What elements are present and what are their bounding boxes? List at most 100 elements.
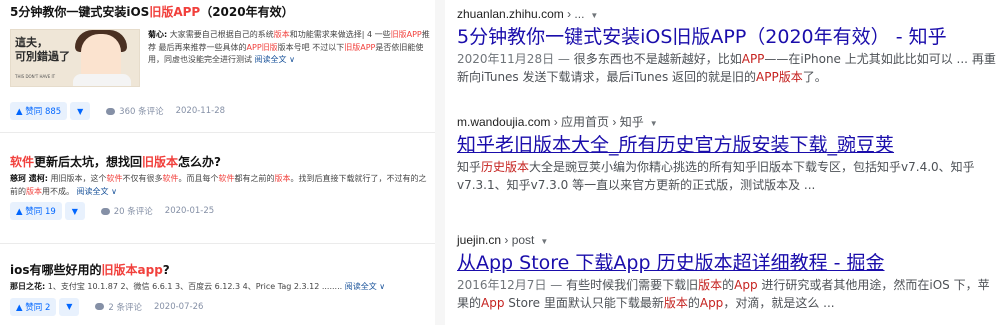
text-segment: 的 [687, 296, 700, 310]
upvote-button[interactable]: ▲ 赞同 19 [10, 202, 62, 220]
result-snippet: 2016年12月7日 — 有些时候我们需要下载旧版本的App 进行研究或者其他用… [457, 276, 997, 312]
highlight-text: 版本 [274, 174, 291, 183]
text-segment: 有些时候我们需要下载旧 [566, 278, 699, 292]
text-segment: 用旧版本，这个 [47, 174, 107, 183]
text-segment: 更新后太坑，想找回 [34, 155, 143, 169]
highlight-text: 旧版APP [344, 42, 376, 52]
result-title-link[interactable]: 软件更新后太坑，想找回旧版本怎么办? [10, 154, 430, 170]
result-title-link[interactable]: ios有哪些好用的旧版本app? [10, 262, 430, 278]
highlight-text: 版本 [698, 278, 723, 292]
highlight-text: 旧版APP [390, 30, 422, 39]
action-bar: ▲ 赞同 885 ▼ 360 条评论 2020-11-28 [10, 102, 225, 120]
chevron-down-icon[interactable]: ▼ [590, 11, 598, 20]
title-highlight: 旧版APP [149, 5, 201, 19]
zhihu-results-panel: 5分钟教你一键式安装iOS旧版APP（2020年有效） 這夫， 可別錯過了 TH… [0, 0, 435, 325]
author-name[interactable]: 菊心: [148, 30, 167, 39]
panel-gap [435, 0, 445, 325]
highlight-text: 软件 [10, 155, 35, 169]
result-title-link[interactable]: 5分钟教你一键式安装iOS旧版APP（2020年有效） - 知乎 [457, 24, 997, 50]
zhihu-result-card: ios有哪些好用的旧版本app? 那日之花: 1、支付宝 10.1.87 2、微… [10, 262, 430, 316]
thumbnail-small-caption: THIS DON'T HAVE IT [15, 74, 56, 79]
comments-button[interactable]: 20 条评论 [100, 205, 153, 217]
excerpt-text: 1、支付宝 10.1.87 2、微信 6.6.1 3、百度云 6.12.3 4、… [45, 282, 345, 291]
upvote-button[interactable]: ▲ 赞同 2 [10, 297, 57, 316]
read-more-link[interactable]: 阅读全文 ∨ [345, 282, 385, 291]
zhihu-result-card: 5分钟教你一键式安装iOS旧版APP（2020年有效） 這夫， 可別錯過了 TH… [10, 4, 430, 120]
downvote-button[interactable]: ▼ [64, 202, 85, 220]
thumbnail-caption-line: 可別錯過了 [15, 50, 70, 63]
highlight-text: 版本 [26, 186, 42, 196]
search-result: zhuanlan.zhihu.com › ... ▼ 5分钟教你一键式安装iOS旧… [457, 6, 997, 86]
search-result: m.wandoujia.com › 应用首页 › 知乎 ▼ 知乎老旧版本大全_所有… [457, 114, 997, 194]
search-results-panel: zhuanlan.zhihu.com › ... ▼ 5分钟教你一键式安装iOS旧… [445, 0, 1000, 325]
text-segment: 很多东西也不是越新越好，比如 [573, 52, 742, 66]
result-title-link[interactable]: 从App Store 下载App 历史版本超详细教程 - 掘金 [457, 250, 997, 276]
text-segment: 大家需要自己根据自己的系统 [167, 30, 274, 39]
result-domain: juejin.cn [457, 233, 502, 247]
highlight-text: App [699, 296, 724, 310]
highlight-text: APP [741, 52, 765, 66]
result-excerpt: 那日之花: 1、支付宝 10.1.87 2、微信 6.6.1 3、百度云 6.1… [10, 281, 430, 294]
highlight-text: 旧版本 [142, 155, 179, 169]
text-segment: 怎么办? [178, 155, 222, 169]
title-text: （2020年有效） [200, 5, 294, 19]
chevron-down-icon[interactable]: ▼ [540, 237, 548, 246]
result-date: 2016年12月7日 — [457, 278, 567, 292]
result-url[interactable]: zhuanlan.zhihu.com › ... ▼ [457, 6, 997, 24]
read-more-link[interactable]: 阅读全文 ∨ [77, 187, 117, 196]
read-more-link[interactable]: 阅读全文 ∨ [255, 55, 295, 64]
text-segment: 用不成。 [42, 186, 77, 196]
result-breadcrumb: › post [501, 233, 535, 247]
text-segment: ，对滴，就是这么 ... [723, 296, 835, 310]
comments-button[interactable]: 2 条评论 [95, 301, 142, 313]
divider [0, 243, 435, 244]
result-excerpt: 慈珂 遗柯: 用旧版本，这个软件不仅有很多软件。而且每个软件都有之前的版本。找到… [10, 173, 430, 198]
result-title-link[interactable]: 5分钟教你一键式安装iOS旧版APP（2020年有效） [10, 4, 430, 20]
text-segment: 大全是豌豆荚小编为你精心挑选的所有知乎旧版本下载专区，包括知乎v7.4.0、知乎… [457, 160, 975, 192]
result-url[interactable]: juejin.cn › post ▼ [457, 232, 997, 250]
text-segment: Store 里面默认只能下载最新 [504, 296, 664, 310]
chevron-down-icon[interactable]: ▼ [650, 119, 658, 128]
comment-count: 20 条评论 [113, 207, 153, 217]
result-domain: zhuanlan.zhihu.com [457, 7, 564, 21]
text-segment: 不仅有很多 [122, 174, 163, 183]
highlight-text: App [481, 296, 505, 310]
highlight-text: App [734, 278, 758, 292]
search-result: juejin.cn › post ▼ 从App Store 下载App 历史版本超… [457, 232, 997, 312]
action-bar: ▲ 赞同 2 ▼ 2 条评论 2020-07-26 [10, 297, 430, 316]
article-thumbnail[interactable]: 這夫， 可別錯過了 THIS DON'T HAVE IT [10, 29, 140, 87]
text-segment: 版本号吧 不过以下 [277, 42, 345, 52]
highlight-text: 软件 [162, 174, 179, 183]
title-text: 5分钟教你一键式安装iOS [10, 5, 150, 19]
highlight-text: 旧版本app [101, 263, 163, 277]
highlight-text: 软件 [106, 174, 123, 183]
downvote-button[interactable]: ▼ [59, 297, 80, 316]
text-segment: 都有之前的 [234, 174, 275, 183]
comments-button[interactable]: 360 条评论 [106, 105, 164, 117]
text-segment: ? [162, 263, 170, 277]
highlight-text: 版本 [663, 296, 688, 310]
result-title-link[interactable]: 知乎老旧版本大全_所有历史官方版安装下载_豌豆荚 [457, 132, 997, 158]
text-segment: 1、支付宝 10.1.87 2、微信 6.6.1 3、百度云 6.12.3 4、… [45, 282, 345, 291]
author-name[interactable]: 慈珂 遗柯: [10, 174, 48, 183]
author-name[interactable]: 那日之花: [10, 282, 45, 291]
result-domain: m.wandoujia.com [457, 115, 551, 129]
highlight-text: 历史版本 [481, 160, 530, 174]
upvote-button[interactable]: ▲ 赞同 885 [10, 102, 68, 120]
result-url[interactable]: m.wandoujia.com › 应用首页 › 知乎 ▼ [457, 114, 997, 132]
result-excerpt: 菊心: 大家需要自己根据自己的系统版本和功能需求来做选择| 4 一些旧版APP推… [148, 29, 430, 67]
text-segment: 的 [722, 278, 735, 292]
divider [0, 132, 435, 133]
action-bar: ▲ 赞同 19 ▼ 20 条评论 2020-01-25 [10, 202, 430, 220]
text-segment: 和功能需求来做选择| 4 一些 [289, 30, 391, 39]
result-breadcrumb: › 应用首页 › 知乎 [550, 115, 644, 129]
comment-bubble-icon [95, 303, 105, 310]
comment-count: 2 条评论 [108, 302, 142, 313]
text-segment: 。而且每个 [178, 174, 219, 183]
excerpt-text: 用旧版本，这个软件不仅有很多软件。而且每个软件都有之前的版本。找到后直接下载就行… [10, 174, 427, 196]
result-breadcrumb: › ... [563, 7, 585, 21]
thumbnail-caption-line: 這夫， [15, 36, 48, 49]
downvote-button[interactable]: ▼ [70, 102, 91, 120]
text-segment: ios有哪些好用的 [10, 263, 102, 277]
post-date: 2020-11-28 [175, 106, 226, 116]
